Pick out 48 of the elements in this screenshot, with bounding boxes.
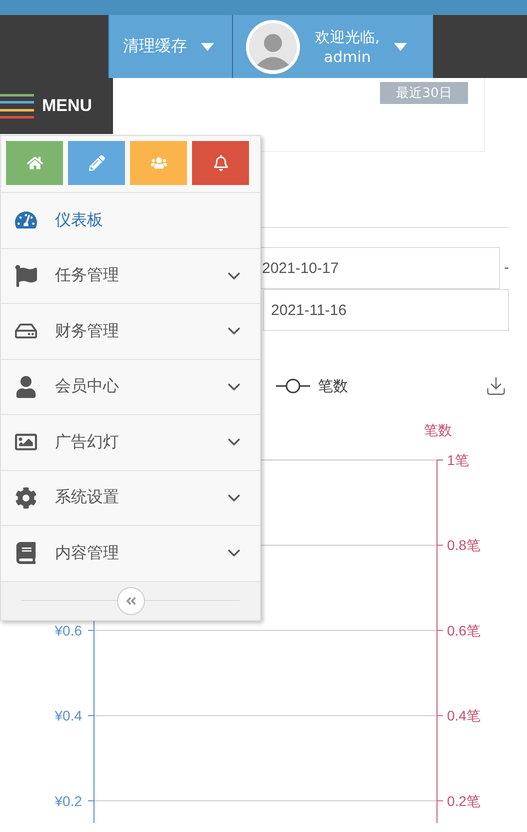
sidebar-item-label: 内容管理 — [55, 542, 120, 564]
flag-icon — [15, 264, 37, 287]
shortcut-button[interactable] — [192, 141, 249, 185]
sidebar-item-label: 仪表板 — [55, 210, 104, 231]
shortcut-button[interactable] — [130, 141, 187, 185]
axis-label: 0.6笔 — [447, 622, 480, 638]
axis-title: 笔数 — [424, 423, 452, 439]
axis-label: ¥0.2 — [54, 792, 82, 809]
sidebar-item[interactable]: 会员中心 — [1, 360, 260, 415]
double-chevron-icon — [124, 594, 136, 606]
axis-label: ¥0.6 — [54, 622, 82, 638]
shortcut-button[interactable] — [6, 141, 63, 185]
sidebar-item[interactable]: 系统设置 — [1, 470, 260, 526]
sidebar-item[interactable]: 财务管理 — [1, 304, 260, 360]
axis-label: ¥0.4 — [54, 708, 82, 724]
menu-icon — [0, 91, 34, 121]
bell-icon — [212, 155, 228, 171]
shortcut-button[interactable] — [68, 141, 125, 185]
user-icon — [15, 376, 37, 398]
axis-label: 1笔 — [447, 452, 469, 468]
axis-label: 0.2笔 — [447, 792, 480, 809]
caret-icon — [201, 42, 214, 50]
dashboard-icon — [15, 209, 37, 232]
home-icon — [26, 155, 42, 171]
download-icon[interactable] — [485, 375, 507, 397]
settings-icon — [15, 486, 37, 509]
avatar — [245, 18, 301, 74]
book-icon — [15, 542, 37, 564]
sidebar-item[interactable]: 任务管理 — [1, 248, 260, 304]
sidebar-item-label: 广告幻灯 — [55, 432, 120, 453]
date-separator: - — [504, 260, 510, 276]
users-icon — [150, 155, 166, 171]
menu-button[interactable]: MENU — [0, 78, 113, 134]
sidebar-item[interactable]: 广告幻灯 — [1, 415, 260, 470]
axis-label: 0.8笔 — [447, 537, 480, 554]
date-field[interactable]: 2021-11-16 — [263, 289, 509, 331]
caret-icon — [394, 42, 407, 50]
legend-item[interactable]: 笔数 — [276, 376, 348, 396]
user-greeting: 欢迎光临, admin — [315, 26, 380, 66]
sidebar-item-label: 系统设置 — [55, 487, 120, 508]
axis-label: 0.4笔 — [447, 708, 480, 724]
sidebar-item-label: 会员中心 — [55, 376, 120, 398]
collapse-button[interactable] — [116, 586, 144, 614]
sidebar-item-label: 财务管理 — [55, 320, 120, 342]
sidebar-item-label: 任务管理 — [55, 265, 120, 286]
image-icon — [15, 431, 37, 454]
pencil-icon — [88, 155, 104, 171]
sidebar-item[interactable]: 仪表板 — [1, 193, 260, 248]
